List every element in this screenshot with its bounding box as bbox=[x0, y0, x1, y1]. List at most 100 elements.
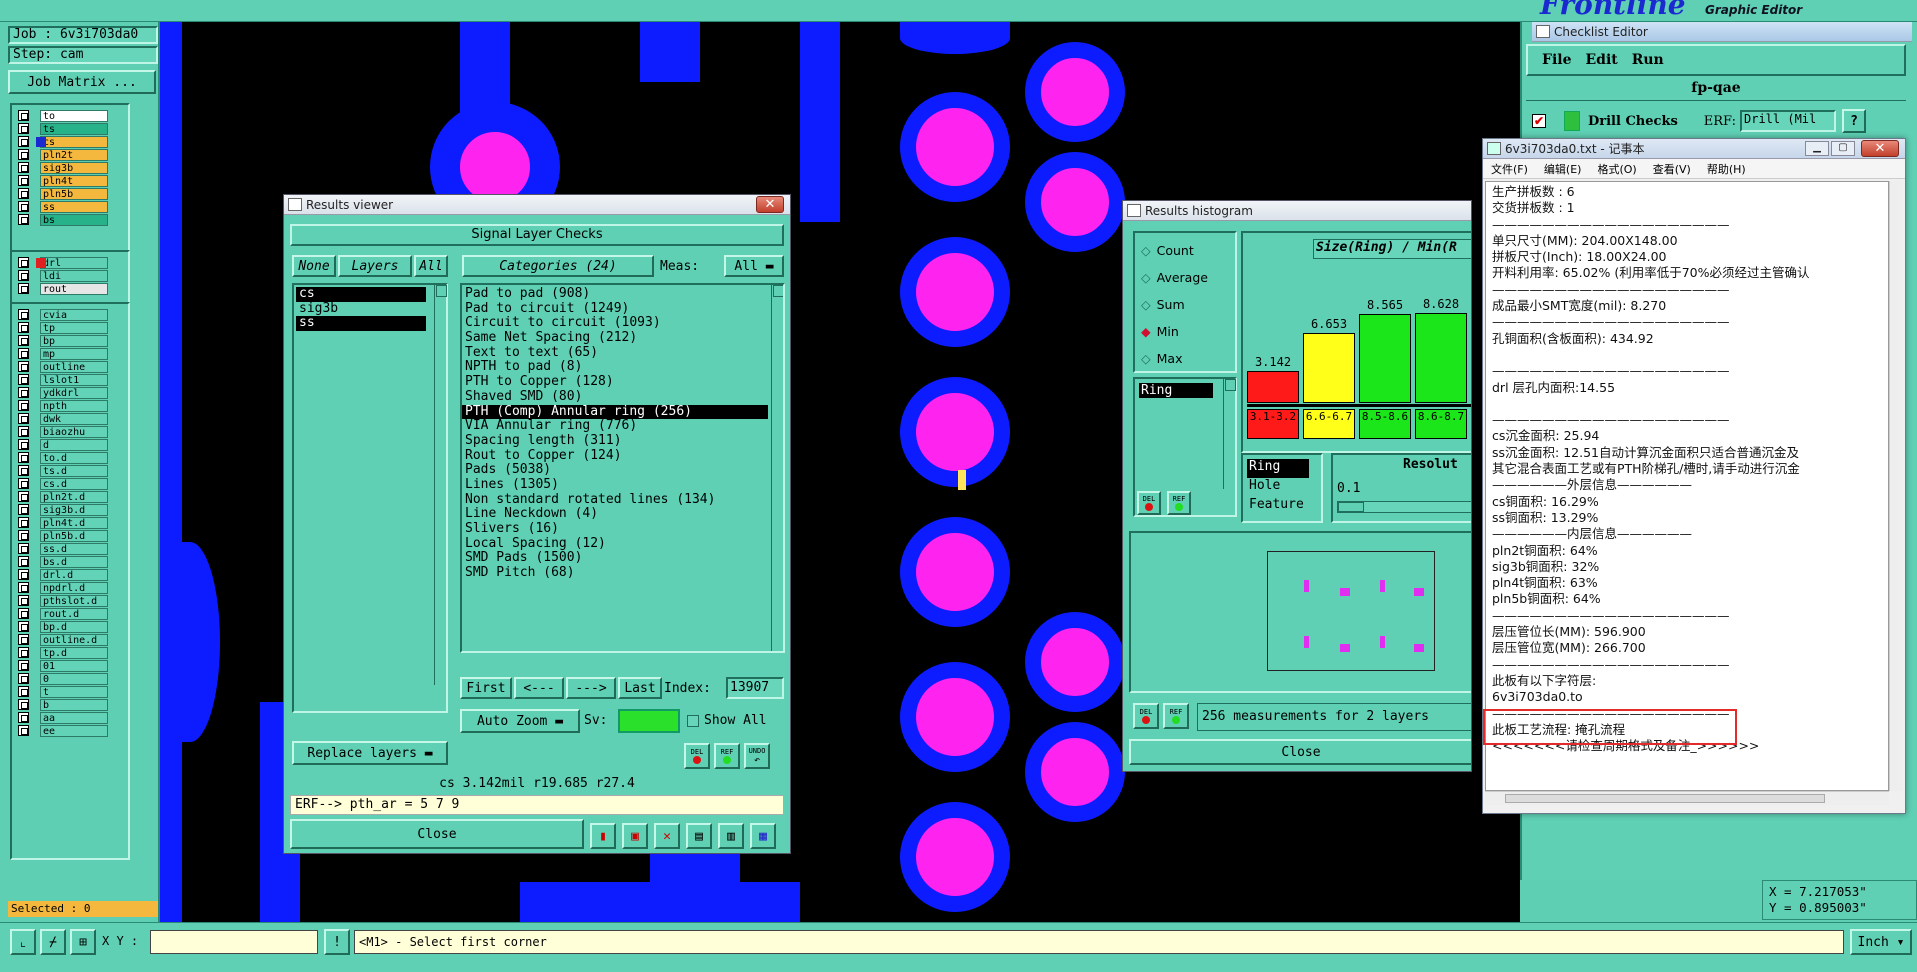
layer-checkbox[interactable] bbox=[18, 201, 29, 212]
layer-row[interactable]: pln4t.d bbox=[12, 516, 128, 529]
layers-button[interactable]: Layers bbox=[338, 255, 412, 277]
layer-checkbox[interactable] bbox=[18, 712, 29, 723]
category-item[interactable]: Pad to pad (908) bbox=[462, 286, 768, 302]
layer-name[interactable]: 0 bbox=[40, 672, 108, 685]
menu-file[interactable]: File bbox=[1542, 52, 1571, 68]
layer-row[interactable]: 0 bbox=[12, 672, 128, 685]
layer-row[interactable]: pln2t.d bbox=[12, 490, 128, 503]
radio-icon[interactable]: ◇ bbox=[1141, 243, 1151, 258]
layer-name[interactable]: to.d bbox=[40, 451, 108, 464]
layer-checkbox[interactable] bbox=[18, 465, 29, 476]
layer-name[interactable]: drl.d bbox=[40, 568, 108, 581]
histogram-list-item[interactable]: Ring bbox=[1139, 383, 1213, 398]
layer-name[interactable]: outline.d bbox=[40, 633, 108, 646]
layer-row[interactable]: rout.d bbox=[12, 607, 128, 620]
preview-ref-button[interactable]: REF bbox=[1163, 703, 1189, 729]
layer-name[interactable]: outline bbox=[40, 360, 108, 373]
layer-name[interactable]: 01 bbox=[40, 659, 108, 672]
checklist-row[interactable]: ✔ Drill Checks ERF: Drill (Mil ? bbox=[1532, 108, 1902, 134]
layer-list-item[interactable]: sig3b bbox=[296, 301, 426, 317]
histogram-option[interactable]: ◆ Min bbox=[1141, 318, 1235, 345]
layer-row[interactable]: ss bbox=[12, 200, 128, 213]
layer-checkbox[interactable] bbox=[18, 188, 29, 199]
layer-row[interactable]: bs.d bbox=[12, 555, 128, 568]
notepad-menu-item[interactable]: 文件(F) bbox=[1491, 161, 1528, 177]
layer-checkbox[interactable] bbox=[18, 110, 29, 121]
layer-row[interactable]: ts bbox=[12, 122, 128, 135]
layer-name[interactable]: sig3b.d bbox=[40, 503, 108, 516]
layer-name[interactable]: bs.d bbox=[40, 555, 108, 568]
layer-checkbox[interactable] bbox=[18, 413, 29, 424]
notepad-menu-item[interactable]: 格式(O) bbox=[1597, 161, 1636, 177]
category-item[interactable]: Local Spacing (12) bbox=[462, 536, 768, 552]
layer-checkbox[interactable] bbox=[18, 673, 29, 684]
layer-checkbox[interactable] bbox=[18, 530, 29, 541]
layer-checkbox[interactable] bbox=[18, 517, 29, 528]
histogram-option[interactable]: ◇ Max bbox=[1141, 345, 1235, 372]
layer-name[interactable]: cs bbox=[40, 135, 108, 148]
category-item[interactable]: Text to text (65) bbox=[462, 345, 768, 361]
layer-name[interactable]: rout bbox=[40, 282, 108, 295]
layer-checkbox[interactable] bbox=[18, 136, 29, 147]
first-button[interactable]: First bbox=[460, 677, 512, 699]
layer-row[interactable]: bs bbox=[12, 213, 128, 226]
layer-name[interactable]: bp bbox=[40, 334, 108, 347]
toolbar-icon-4[interactable]: ▤ bbox=[686, 823, 712, 849]
radio-icon[interactable]: ◆ bbox=[1141, 324, 1151, 339]
layer-name[interactable]: pln5b bbox=[40, 187, 108, 200]
layer-name[interactable]: tp bbox=[40, 321, 108, 334]
layer-checkbox[interactable] bbox=[18, 634, 29, 645]
histogram-option[interactable]: ◇ Average bbox=[1141, 264, 1235, 291]
menu-edit[interactable]: Edit bbox=[1585, 52, 1617, 68]
meas-select[interactable]: All ▬ bbox=[724, 255, 784, 277]
layer-row[interactable]: bp bbox=[12, 334, 128, 347]
layer-name[interactable]: aa bbox=[40, 711, 108, 724]
layer-name[interactable]: sig3b bbox=[40, 161, 108, 174]
layer-row[interactable]: pln2t bbox=[12, 148, 128, 161]
layer-checkbox[interactable] bbox=[18, 686, 29, 697]
layer-name[interactable]: bp.d bbox=[40, 620, 108, 633]
radio-icon[interactable]: ◇ bbox=[1141, 351, 1151, 366]
layer-checkbox[interactable] bbox=[18, 660, 29, 671]
layer-checkbox[interactable] bbox=[18, 335, 29, 346]
category-item[interactable]: NPTH to pad (8) bbox=[462, 360, 768, 375]
hist-select-item[interactable]: Hole bbox=[1247, 478, 1317, 497]
layer-checkbox[interactable] bbox=[18, 478, 29, 489]
histogram-close-button[interactable]: Close bbox=[1129, 739, 1471, 765]
layer-checkbox[interactable] bbox=[18, 374, 29, 385]
erf-value[interactable]: Drill (Mil bbox=[1740, 110, 1836, 132]
hist-select-item[interactable]: Feature bbox=[1247, 497, 1317, 516]
layer-row[interactable]: npdrl.d bbox=[12, 581, 128, 594]
layer-row[interactable]: b bbox=[12, 698, 128, 711]
layer-row[interactable]: d bbox=[12, 438, 128, 451]
notepad-menu-item[interactable]: 查看(V) bbox=[1653, 161, 1691, 177]
layer-name[interactable]: npth bbox=[40, 399, 108, 412]
layer-checkbox[interactable] bbox=[18, 608, 29, 619]
layer-checkbox[interactable] bbox=[18, 162, 29, 173]
grid-icon[interactable]: ⊞ bbox=[70, 929, 96, 955]
layer-checkbox[interactable] bbox=[18, 348, 29, 359]
layer-checkbox[interactable] bbox=[18, 699, 29, 710]
del-button[interactable]: DEL bbox=[684, 743, 710, 769]
toolbar-icon-1[interactable]: ▮ bbox=[590, 823, 616, 849]
histogram-bar[interactable] bbox=[1415, 313, 1467, 403]
category-item[interactable]: Pads (5038) bbox=[462, 463, 768, 478]
layer-name[interactable]: ee bbox=[40, 724, 108, 737]
unit-select[interactable]: Inch ▾ bbox=[1850, 929, 1912, 955]
layer-row[interactable]: cs bbox=[12, 135, 128, 148]
layer-row[interactable]: cs.d bbox=[12, 477, 128, 490]
tool-icon-2[interactable]: ⌿ bbox=[40, 929, 66, 955]
auto-zoom-button[interactable]: Auto Zoom ▬ bbox=[460, 709, 580, 733]
layer-checkbox[interactable] bbox=[18, 387, 29, 398]
layer-row[interactable]: lslot1 bbox=[12, 373, 128, 386]
category-item[interactable]: VIA Annular ring (776) bbox=[462, 418, 768, 434]
layer-row[interactable]: to.d bbox=[12, 451, 128, 464]
layer-checkbox[interactable] bbox=[18, 582, 29, 593]
layer-name[interactable]: biaozhu bbox=[40, 425, 108, 438]
layer-checkbox[interactable] bbox=[18, 322, 29, 333]
category-item[interactable]: SMD Pitch (68) bbox=[462, 565, 768, 581]
show-all-checkbox[interactable] bbox=[687, 715, 699, 727]
category-item[interactable]: Non standard rotated lines (134) bbox=[462, 492, 768, 508]
index-input[interactable]: 13907 bbox=[726, 677, 784, 699]
hist-ref-button[interactable]: REF bbox=[1167, 491, 1191, 515]
